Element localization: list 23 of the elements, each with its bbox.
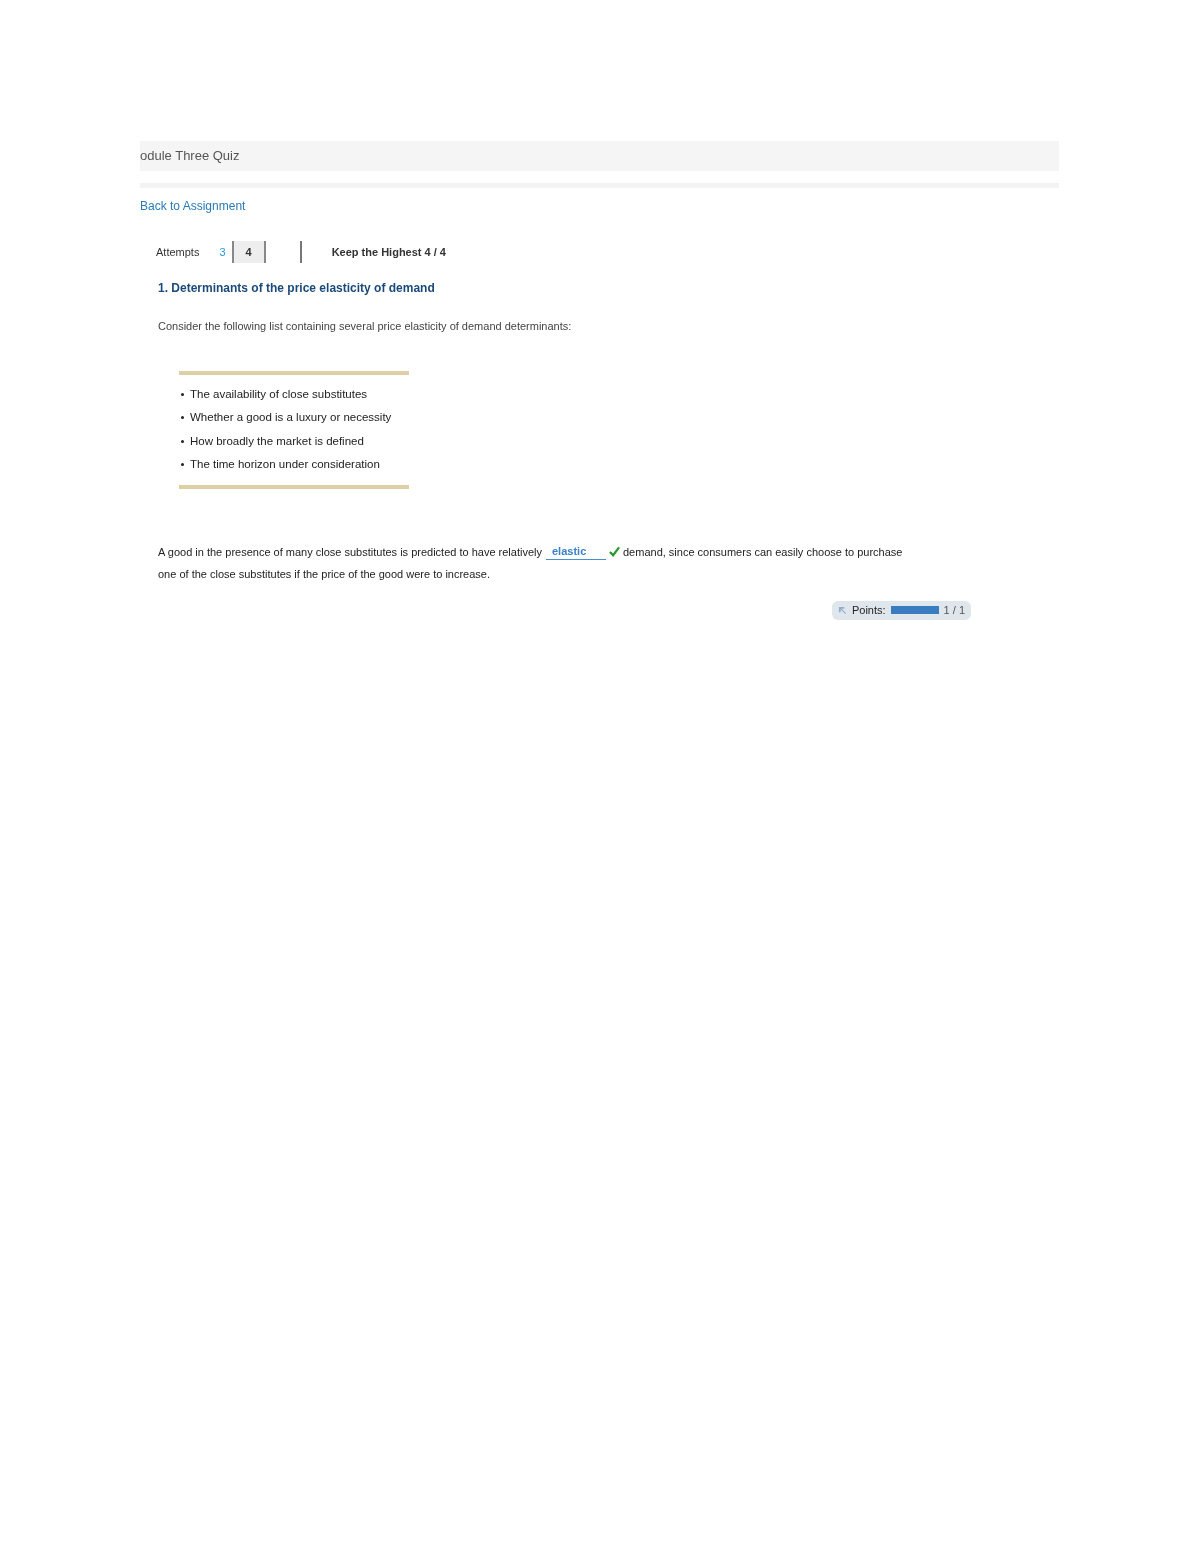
question-heading: 1. Determinants of the price elasticity of demand	[158, 280, 436, 297]
sentence-text: demand, since consumers can easily choose to purchase	[623, 544, 903, 560]
list-item: The time horizon under consideration	[190, 457, 380, 473]
points-label: Points:	[851, 602, 886, 618]
bullet-icon	[181, 416, 184, 420]
attempt-tab[interactable]: 4	[231, 241, 266, 263]
bullet-icon	[181, 439, 184, 443]
sentence-text: A good in the presence of many close substitutes is predicted to have relatively	[158, 544, 542, 560]
back-link[interactable]: Back to Assignment	[140, 197, 246, 215]
keep-highest-text: Keep the Highest 4 / 4	[331, 244, 446, 260]
answer-field[interactable]: elastic	[546, 543, 606, 560]
page-title: odule Three Quiz	[140, 147, 240, 166]
question-intro: Consider the following list containing several price elasticity of demand determinants:	[158, 319, 573, 334]
list-item: How broadly the market is defined	[190, 433, 364, 449]
attempts-label: Attempts	[156, 244, 200, 260]
bullet-icon	[181, 463, 184, 467]
arrow-icon	[837, 605, 847, 615]
list-item: Whether a good is a luxury or necessity	[190, 410, 392, 426]
points-score: 1 / 1	[943, 602, 965, 618]
list-item: The availability of close substitutes	[190, 386, 368, 402]
sentence-text: one of the close substitutes if the price of the good were to increase.	[158, 566, 491, 582]
attempt-tab[interactable]: 3	[213, 241, 232, 263]
bullet-icon	[181, 392, 184, 396]
